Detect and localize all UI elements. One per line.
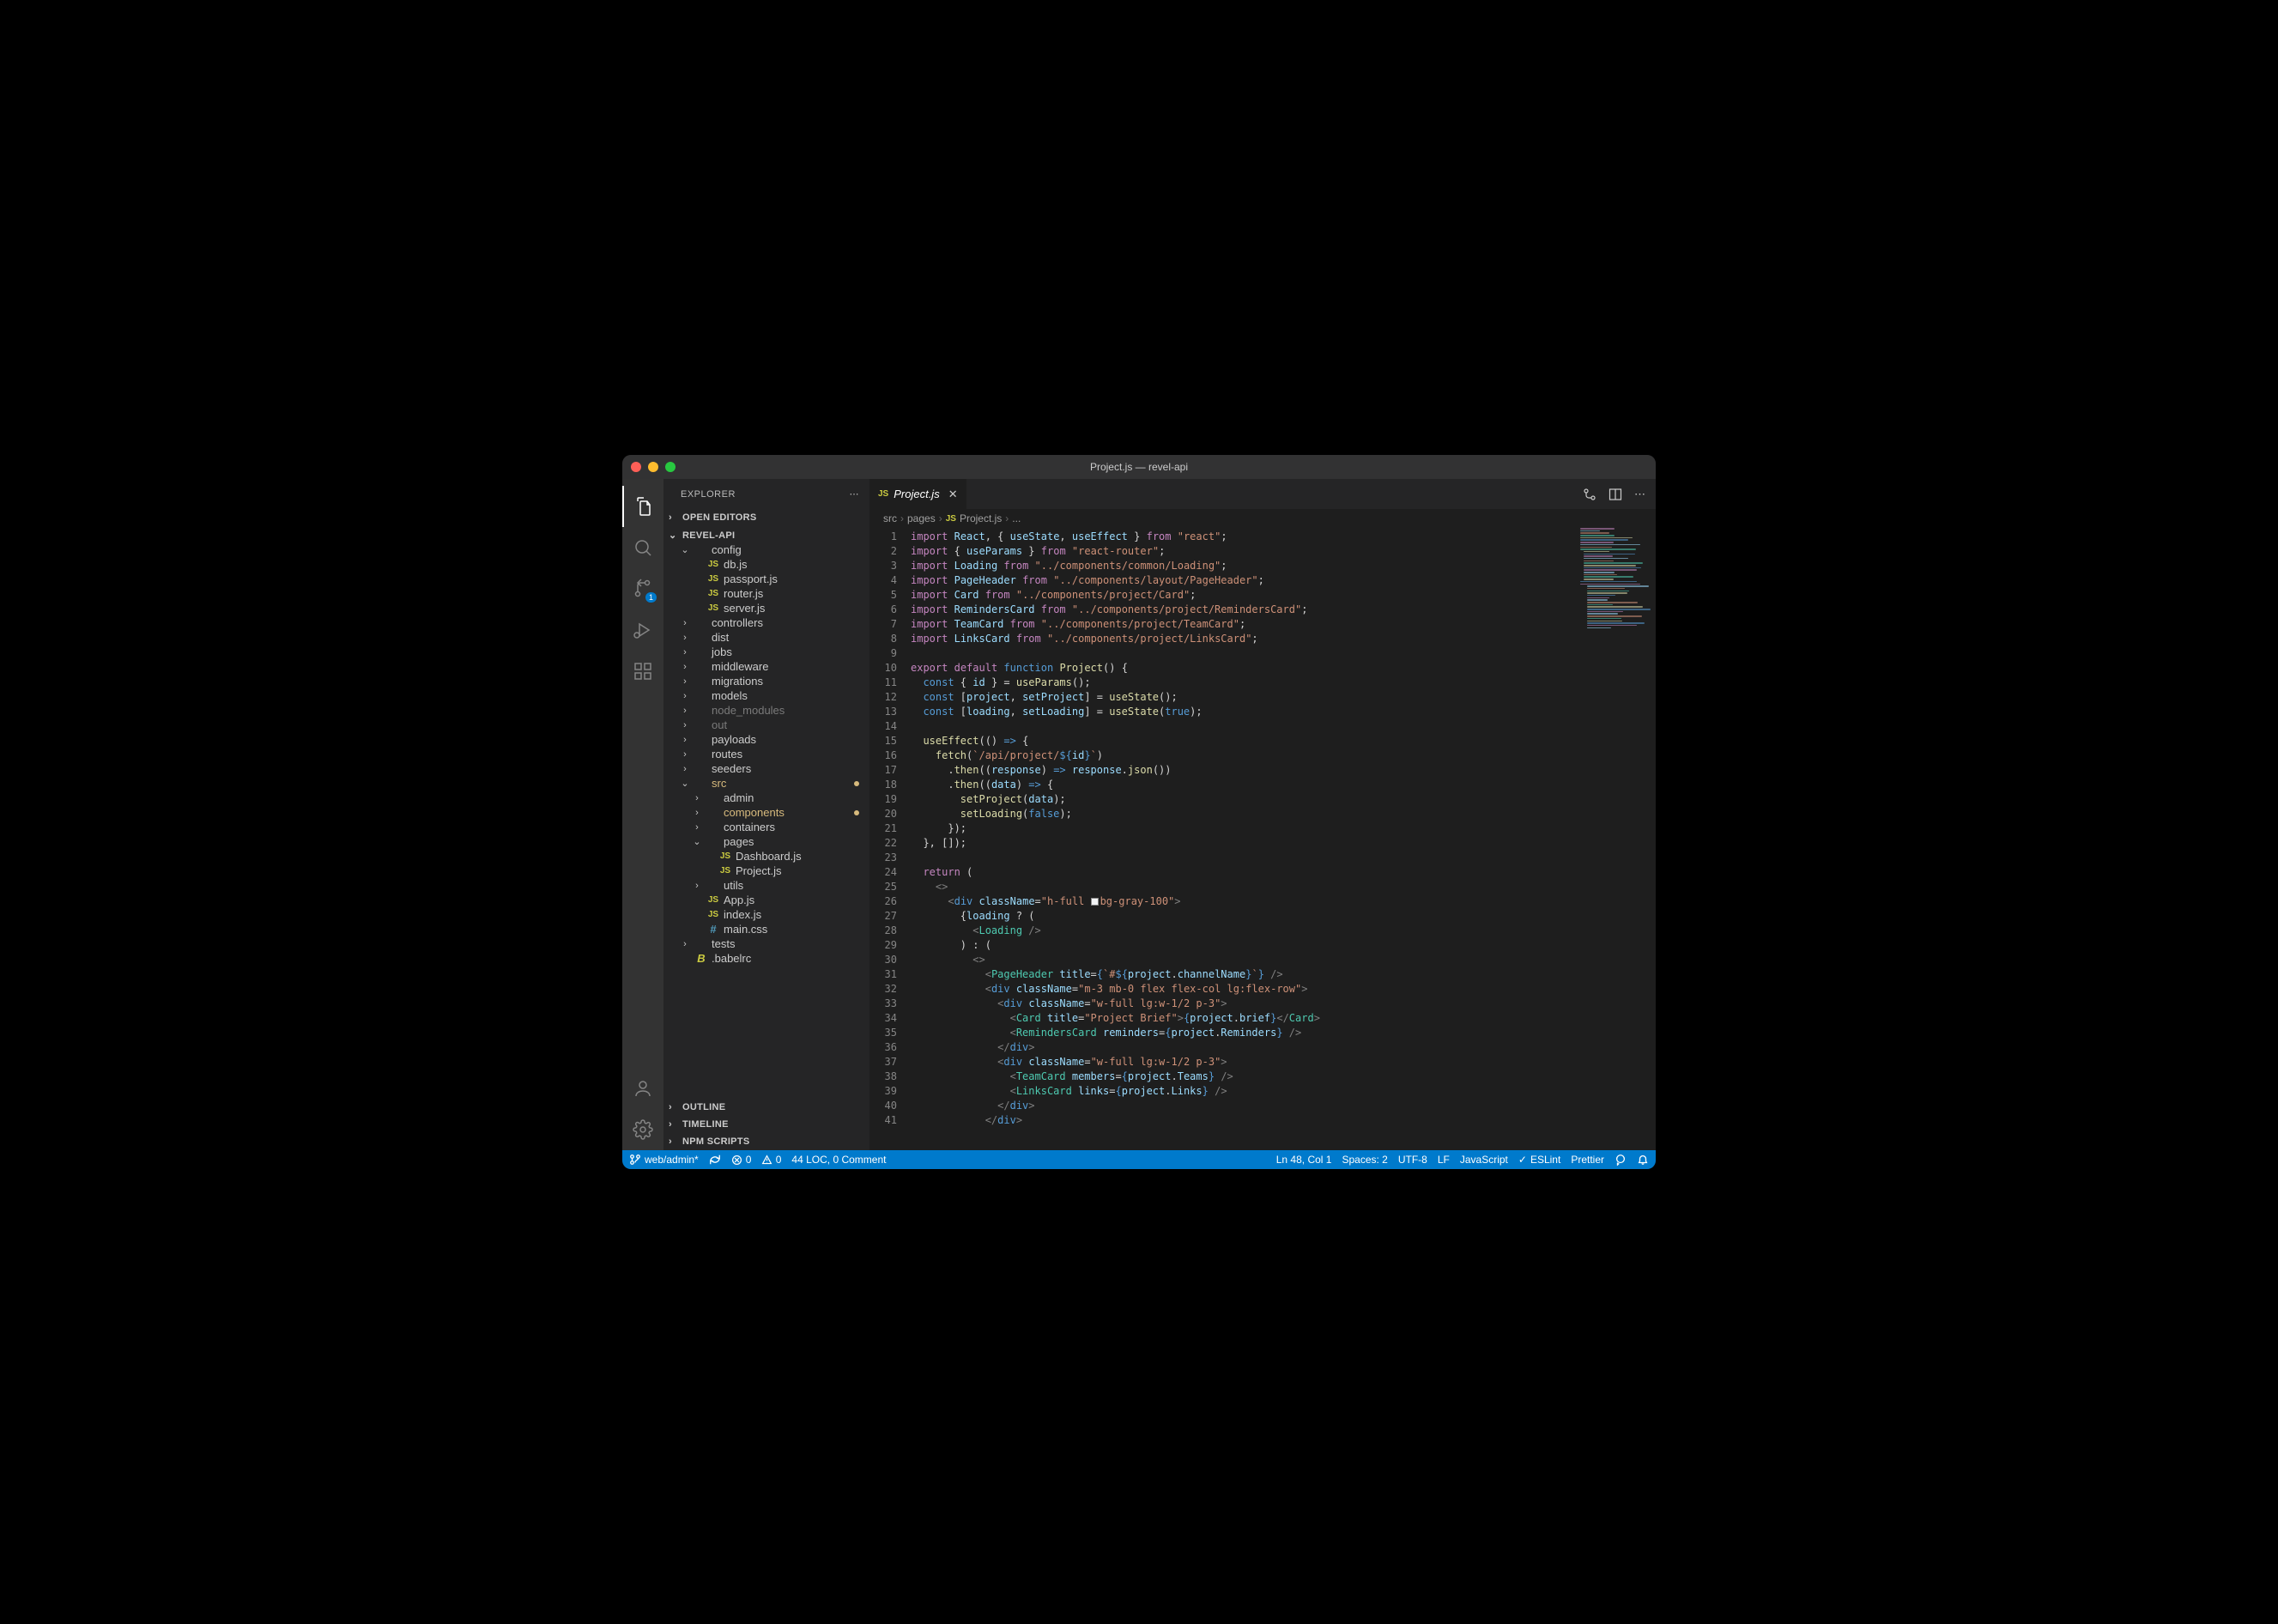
tree-item[interactable]: ›utils	[663, 878, 869, 893]
status-branch[interactable]: web/admin*	[629, 1154, 699, 1166]
tree-item[interactable]: ›routes	[663, 747, 869, 761]
search-icon[interactable]	[622, 527, 663, 568]
line-gutter: 1234567891011121314151617181920212223242…	[869, 528, 911, 1150]
tree-item[interactable]: JSProject.js	[663, 864, 869, 878]
status-bar: web/admin* 0 0 44 LOC, 0 Comment Ln 48, …	[622, 1150, 1656, 1169]
section-project[interactable]: ⌄REVEL-API	[663, 528, 869, 542]
tree-item[interactable]: ›dist	[663, 630, 869, 645]
tree-item[interactable]: ›seeders	[663, 761, 869, 776]
status-loc[interactable]: 44 LOC, 0 Comment	[791, 1154, 886, 1166]
status-bell-icon[interactable]	[1637, 1154, 1649, 1166]
section-outline[interactable]: ›OUTLINE	[663, 1100, 869, 1114]
code-area[interactable]: import React, { useState, useEffect } fr…	[911, 528, 1656, 1150]
tree-item[interactable]: ›models	[663, 688, 869, 703]
sidebar: EXPLORER ⋯ ›OPEN EDITORS ⌄REVEL-API ⌄con…	[663, 479, 869, 1150]
split-editor-icon[interactable]	[1609, 488, 1622, 501]
tree-item[interactable]: ⌄pages	[663, 834, 869, 849]
tab-label: Project.js	[894, 488, 939, 500]
section-timeline[interactable]: ›TIMELINE	[663, 1118, 869, 1131]
status-position[interactable]: Ln 48, Col 1	[1276, 1154, 1332, 1166]
maximize-window-icon[interactable]	[665, 462, 676, 472]
tree-item[interactable]: ⌄config	[663, 542, 869, 557]
tree-item[interactable]: JSserver.js	[663, 601, 869, 615]
tree-item[interactable]: #main.css	[663, 922, 869, 936]
status-encoding[interactable]: UTF-8	[1398, 1154, 1427, 1166]
extensions-icon[interactable]	[622, 651, 663, 692]
tree-item[interactable]: ›containers	[663, 820, 869, 834]
debug-icon[interactable]	[622, 609, 663, 651]
tree-item[interactable]: B.babelrc	[663, 951, 869, 966]
tree-item[interactable]: ›migrations	[663, 674, 869, 688]
tree-item[interactable]: JSpassport.js	[663, 572, 869, 586]
status-indent[interactable]: Spaces: 2	[1342, 1154, 1387, 1166]
tab-project-js[interactable]: JS Project.js ✕	[869, 479, 967, 509]
more-icon[interactable]: ⋯	[850, 488, 860, 500]
section-npm-scripts[interactable]: ›NPM SCRIPTS	[663, 1135, 869, 1148]
tree-item[interactable]: ›middleware	[663, 659, 869, 674]
source-control-icon[interactable]: 1	[622, 568, 663, 609]
tree-item[interactable]: ›admin	[663, 791, 869, 805]
settings-gear-icon[interactable]	[622, 1109, 663, 1150]
tree-item[interactable]: ›controllers	[663, 615, 869, 630]
tree-item[interactable]: JSrouter.js	[663, 586, 869, 601]
status-eol[interactable]: LF	[1438, 1154, 1450, 1166]
js-file-icon: JS	[878, 489, 888, 499]
status-sync-icon[interactable]	[709, 1154, 721, 1166]
more-actions-icon[interactable]: ⋯	[1634, 488, 1645, 501]
tree-item[interactable]: ›jobs	[663, 645, 869, 659]
tab-bar: JS Project.js ✕ ⋯	[869, 479, 1656, 509]
tree-item[interactable]: JSDashboard.js	[663, 849, 869, 864]
activity-bar: 1	[622, 479, 663, 1150]
status-eslint[interactable]: ✓ ESLint	[1518, 1154, 1560, 1166]
tree-item[interactable]: JSApp.js	[663, 893, 869, 907]
file-tree: ⌄configJSdb.jsJSpassport.jsJSrouter.jsJS…	[663, 542, 869, 1097]
explorer-icon[interactable]	[622, 486, 663, 527]
breadcrumb[interactable]: src›pages›JS Project.js›...	[869, 509, 1656, 528]
tree-item[interactable]: ›components	[663, 805, 869, 820]
scm-badge: 1	[645, 592, 657, 603]
tree-item[interactable]: ›payloads	[663, 732, 869, 747]
status-language[interactable]: JavaScript	[1460, 1154, 1508, 1166]
compare-changes-icon[interactable]	[1583, 488, 1596, 501]
close-window-icon[interactable]	[631, 462, 641, 472]
tree-item[interactable]: ⌄src	[663, 776, 869, 791]
tree-item[interactable]: ›out	[663, 718, 869, 732]
minimize-window-icon[interactable]	[648, 462, 658, 472]
status-prettier[interactable]: Prettier	[1571, 1154, 1604, 1166]
tree-item[interactable]: ›node_modules	[663, 703, 869, 718]
tree-item[interactable]: JSindex.js	[663, 907, 869, 922]
close-tab-icon[interactable]: ✕	[948, 488, 958, 501]
sidebar-title: EXPLORER	[681, 489, 736, 500]
titlebar[interactable]: Project.js — revel-api	[622, 455, 1656, 479]
status-problems[interactable]: 0 0	[731, 1154, 782, 1166]
tree-item[interactable]: JSdb.js	[663, 557, 869, 572]
tree-item[interactable]: ›tests	[663, 936, 869, 951]
vscode-window: Project.js — revel-api 1	[622, 455, 1656, 1169]
window-title: Project.js — revel-api	[622, 461, 1656, 473]
account-icon[interactable]	[622, 1068, 663, 1109]
status-feedback-icon[interactable]	[1615, 1154, 1627, 1166]
section-open-editors[interactable]: ›OPEN EDITORS	[663, 511, 869, 524]
editor: JS Project.js ✕ ⋯ src›pages›JS Project.j…	[869, 479, 1656, 1150]
